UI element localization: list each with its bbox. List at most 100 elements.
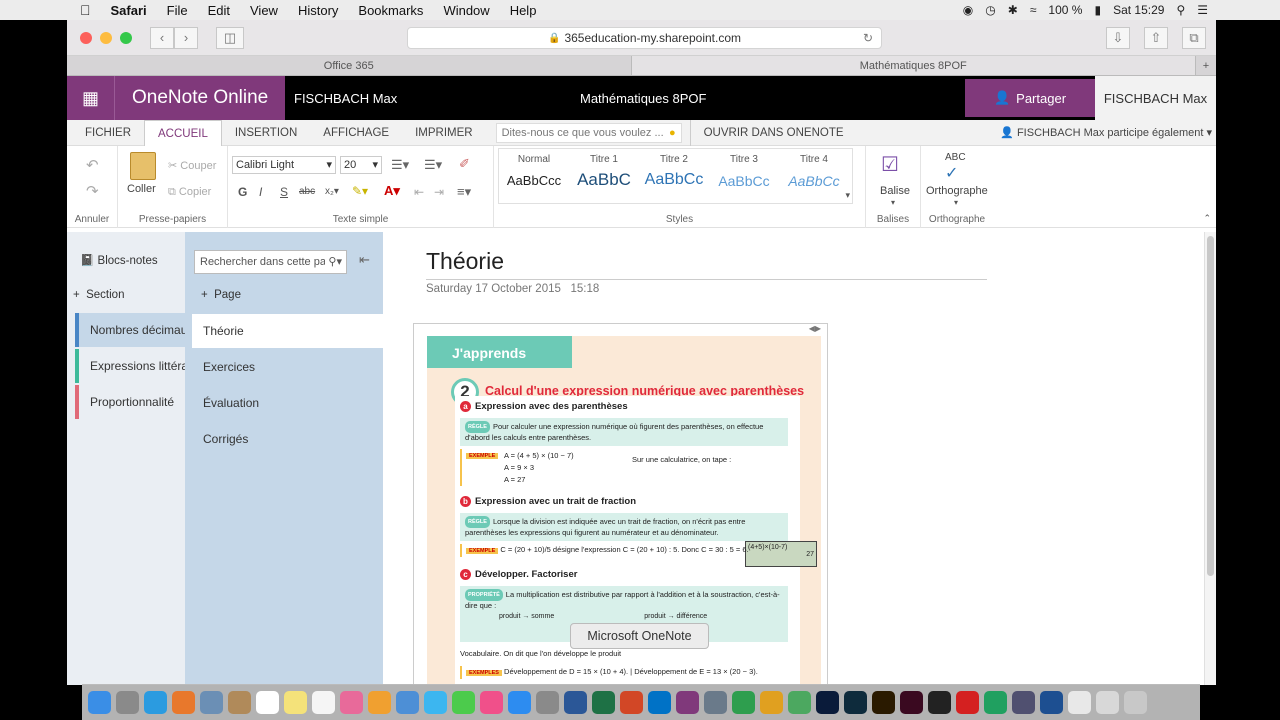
battery-status[interactable]: 100 % (1048, 3, 1082, 17)
tell-me-input[interactable]: Dites-nous ce que vous voulez ... ● (495, 122, 682, 143)
dock-messages-icon[interactable] (424, 691, 447, 714)
italic-icon[interactable]: I (259, 185, 262, 199)
spelling-icon[interactable]: ABC ✓ (945, 152, 966, 183)
menu-file[interactable]: File (157, 3, 198, 18)
apple-menu-icon[interactable]:  (0, 2, 101, 18)
bold-icon[interactable]: G (238, 185, 247, 199)
dock-safari-icon[interactable] (144, 691, 167, 714)
clock[interactable]: Sat 15:29 (1113, 3, 1164, 17)
dock-reminders-icon[interactable] (312, 691, 335, 714)
dock-contacts-icon[interactable] (228, 691, 251, 714)
section-nombres-decimaux[interactable]: Nombres décimaux (75, 313, 185, 347)
share-sheet-icon[interactable]: ⇧ (1144, 27, 1168, 49)
resize-handle-icon[interactable]: ◀▶ (809, 324, 821, 333)
reload-icon[interactable]: ↻ (863, 31, 873, 45)
dock-network-icon[interactable] (704, 691, 727, 714)
collapse-ribbon-icon[interactable]: ⌃ (1203, 213, 1211, 224)
search-icon[interactable]: ⚲▾ (325, 251, 342, 273)
forward-icon[interactable]: › (174, 26, 198, 49)
dock-finder-icon[interactable] (88, 691, 111, 714)
dock-photos-icon[interactable] (340, 691, 363, 714)
tab-view[interactable]: AFFICHAGE (310, 120, 402, 146)
copy-button[interactable]: ⧉ Copier (168, 186, 211, 199)
back-icon[interactable]: ‹ (150, 26, 174, 49)
menu-help[interactable]: Help (500, 3, 547, 18)
dock-trash-icon[interactable] (1124, 691, 1147, 714)
dock-indesign-icon[interactable] (900, 691, 923, 714)
subscript-icon[interactable]: x₂▾ (325, 186, 339, 197)
wifi-icon[interactable]: ≈ (1030, 3, 1037, 17)
dock-lightroom-icon[interactable] (844, 691, 867, 714)
tab-insert[interactable]: INSERTION (222, 120, 310, 146)
menu-window[interactable]: Window (433, 3, 499, 18)
tab-office365[interactable]: Office 365 (67, 56, 632, 75)
app-launcher-icon[interactable]: ▦ (67, 76, 114, 120)
spelling-label[interactable]: Orthographe (926, 185, 988, 197)
page-theorie[interactable]: Théorie (192, 314, 383, 348)
notification-center-icon[interactable]: ☰ (1197, 3, 1208, 17)
menu-history[interactable]: History (288, 3, 348, 18)
page-scrollbar[interactable] (1204, 232, 1216, 685)
dock-calendar-icon[interactable] (256, 691, 279, 714)
menu-bookmarks[interactable]: Bookmarks (348, 3, 433, 18)
pin-icon[interactable]: ⇤ (359, 252, 370, 268)
dock-preferences-icon[interactable] (536, 691, 559, 714)
page-search-input[interactable]: Rechercher dans cette page ⚲▾ (194, 250, 347, 274)
notebooks-button[interactable]: 📓 Blocs-notes (80, 253, 158, 267)
dock-itunes-icon[interactable] (480, 691, 503, 714)
dock-excel-icon[interactable] (592, 691, 615, 714)
dock-numbers-icon[interactable] (732, 691, 755, 714)
time-machine-icon[interactable]: ◷ (985, 3, 995, 17)
downloads-icon[interactable]: ⇩ (1106, 27, 1130, 49)
tab-mathematiques[interactable]: Mathématiques 8POF (631, 56, 1196, 75)
dock-facetime-icon[interactable] (452, 691, 475, 714)
record-icon[interactable]: ◉ (963, 3, 973, 17)
page-evaluation[interactable]: Évaluation (192, 386, 383, 420)
bluetooth-icon[interactable]: ✱ (1008, 3, 1018, 17)
participants-indicator[interactable]: 👤 FISCHBACH Max participe également ▾ (1000, 126, 1212, 139)
undo-icon[interactable]: ↶ (86, 156, 99, 174)
menu-view[interactable]: View (240, 3, 288, 18)
add-page-button[interactable]: + Page (201, 289, 241, 301)
dock-biblio-icon[interactable] (1012, 691, 1035, 714)
dock-outlook-icon[interactable] (648, 691, 671, 714)
styles-more-icon[interactable]: ▾ (845, 190, 850, 201)
dock-geogebra-icon[interactable] (788, 691, 811, 714)
indent-icon[interactable]: ⇥ (434, 185, 444, 199)
dock-keynote-icon[interactable] (396, 691, 419, 714)
clear-format-icon[interactable]: ✐ (459, 156, 470, 172)
app-name[interactable]: OneNote Online (114, 76, 285, 120)
tag-label[interactable]: Balise (880, 185, 910, 197)
share-button[interactable]: 👤 Partager (965, 79, 1095, 117)
minimize-window-button[interactable] (100, 31, 112, 44)
add-section-button[interactable]: + Section (73, 289, 124, 301)
scrollbar-thumb[interactable] (1207, 236, 1214, 576)
section-proportionnalite[interactable]: Proportionnalité (75, 385, 185, 419)
dock-onenote-icon[interactable] (676, 691, 699, 714)
dock-downloads-icon[interactable] (1096, 691, 1119, 714)
tag-icon[interactable]: ☑ (881, 152, 899, 177)
font-color-icon[interactable]: A▾ (384, 183, 400, 199)
cut-button[interactable]: ✂ Couper (168, 159, 216, 172)
strikethrough-icon[interactable]: abc (299, 186, 315, 197)
dock-photoshop-icon[interactable] (816, 691, 839, 714)
battery-icon[interactable]: ▮ (1094, 3, 1101, 17)
dock-app store-icon[interactable] (508, 691, 531, 714)
outdent-icon[interactable]: ⇤ (414, 185, 424, 199)
account-user[interactable]: FISCHBACH Max (1095, 76, 1216, 120)
dock-unity-icon[interactable] (928, 691, 951, 714)
tab-print[interactable]: IMPRIMER (402, 120, 486, 146)
tab-overview-icon[interactable]: ⧉ (1182, 27, 1206, 49)
tab-home[interactable]: ACCUEIL (144, 119, 222, 146)
page-title[interactable]: Théorie (426, 248, 504, 275)
tab-file[interactable]: FICHIER (67, 120, 144, 146)
dock-recorder-icon[interactable] (956, 691, 979, 714)
close-window-button[interactable] (80, 31, 92, 44)
dock-word-icon[interactable] (564, 691, 587, 714)
dock-keynote2-icon[interactable] (760, 691, 783, 714)
dock-quicktime-icon[interactable] (1040, 691, 1063, 714)
style-title1[interactable]: Titre 1 AaBbC (569, 149, 639, 190)
style-title3[interactable]: Titre 3 AaBbCc (709, 149, 779, 189)
style-title4[interactable]: Titre 4 AaBbCc (779, 149, 849, 189)
section-expressions-litterales[interactable]: Expressions littérales (75, 349, 185, 383)
